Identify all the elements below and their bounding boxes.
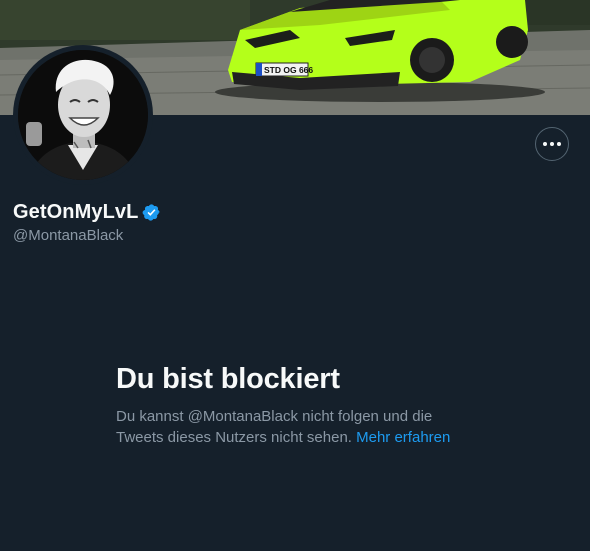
- learn-more-link[interactable]: Mehr erfahren: [356, 429, 450, 446]
- blocked-title: Du bist blockiert: [116, 363, 340, 395]
- profile-handle: @MontanaBlack: [13, 227, 124, 244]
- display-name: GetOnMyLvL: [13, 201, 139, 223]
- more-options-button[interactable]: [535, 127, 569, 161]
- more-horizontal-icon: [543, 142, 561, 146]
- blocked-description: Du kannst @MontanaBlack nicht folgen und…: [116, 406, 476, 448]
- verified-badge-icon[interactable]: [142, 203, 161, 222]
- blocked-notice: Du bist blockiert Du kannst @MontanaBlac…: [116, 360, 476, 448]
- avatar-image: [18, 50, 148, 180]
- profile-avatar[interactable]: [13, 45, 153, 185]
- profile-name-row: GetOnMyLvL: [13, 201, 161, 224]
- license-plate-text: STD OG 666: [264, 65, 313, 75]
